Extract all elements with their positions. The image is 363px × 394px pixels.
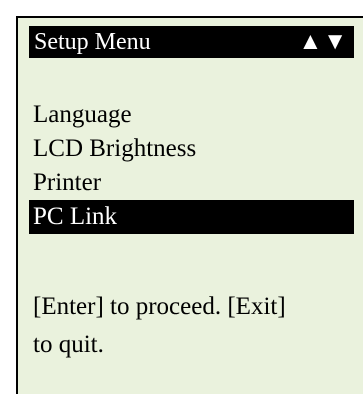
setup-menu-list: Language LCD Brightness Printer PC Link — [29, 98, 354, 234]
menu-item-language[interactable]: Language — [29, 98, 354, 132]
menu-item-lcd-brightness[interactable]: LCD Brightness — [29, 132, 354, 166]
help-text-line-2: to quit. — [33, 331, 104, 358]
help-text: [Enter] to proceed. [Exit] to quit. — [33, 288, 358, 364]
menu-item-printer[interactable]: Printer — [29, 166, 354, 200]
lcd-screen: Setup Menu ▲▼ Language LCD Brightness Pr… — [16, 16, 363, 394]
menu-item-pc-link[interactable]: PC Link — [29, 200, 354, 234]
menu-title: Setup Menu — [34, 29, 151, 55]
title-bar: Setup Menu ▲▼ — [29, 26, 354, 58]
scroll-arrows-icon: ▲▼ — [298, 29, 348, 55]
help-text-line-1: [Enter] to proceed. [Exit] — [33, 293, 286, 320]
